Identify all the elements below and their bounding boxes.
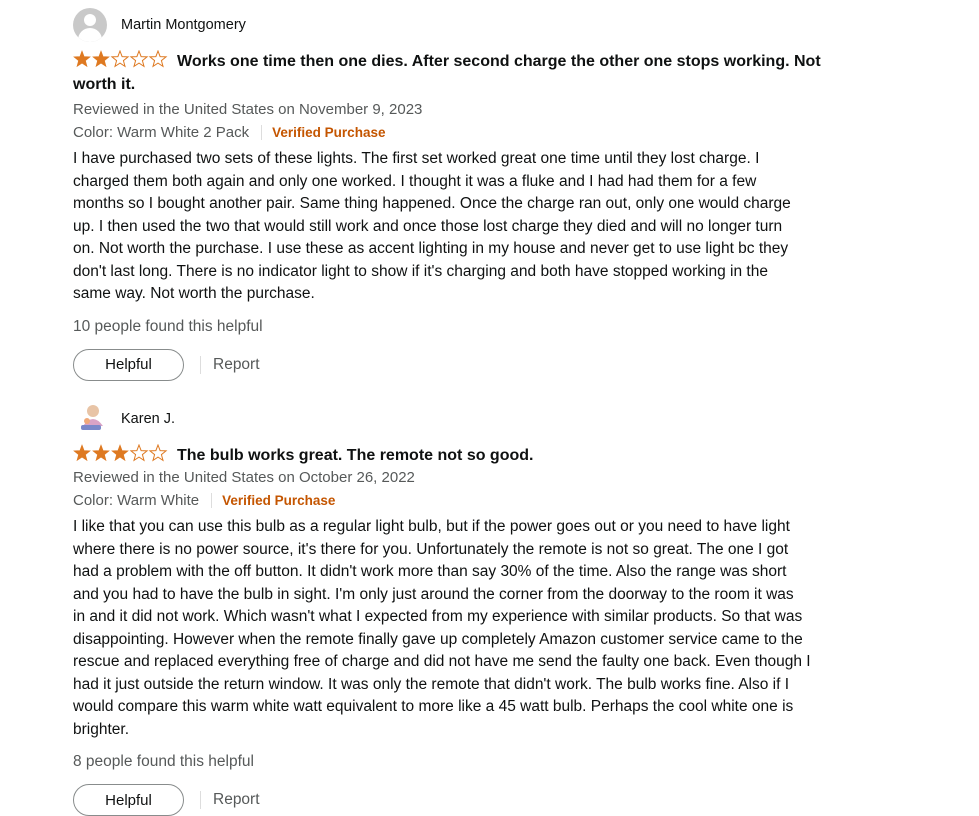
default-avatar-icon (73, 8, 107, 42)
verified-purchase-badge: Verified Purchase (222, 493, 336, 508)
report-link[interactable]: Report (200, 791, 260, 809)
variant-label[interactable]: Color: Warm White (73, 489, 199, 512)
star-empty-icon (129, 444, 149, 462)
review-title[interactable]: Works one time then one dies. After seco… (73, 50, 843, 96)
review-date: Reviewed in the United States on Novembe… (73, 101, 423, 118)
variant-label[interactable]: Color: Warm White 2 Pack (73, 121, 249, 144)
helpful-button[interactable]: Helpful (73, 348, 184, 381)
reviewer-name[interactable]: Karen J. (121, 411, 175, 427)
star-empty-icon (110, 50, 130, 68)
helpful-count: 8 people found this helpful (73, 753, 254, 770)
helpful-button[interactable]: Helpful (73, 784, 184, 816)
star-filled-icon (111, 444, 129, 462)
review: Karen J. The bulb works great. The remot… (73, 402, 843, 816)
report-link[interactable]: Report (200, 355, 260, 374)
star-filled-icon (92, 50, 110, 68)
review-variant-row: Color: Warm White 2 Pack Verified Purcha… (73, 121, 843, 144)
reviewer-name[interactable]: Martin Montgomery (121, 17, 246, 33)
custom-avatar-icon (73, 402, 107, 436)
reviewer-profile[interactable]: Karen J. (73, 402, 843, 436)
star-empty-icon (129, 50, 149, 68)
review: Martin Montgomery Works one time then on… (73, 8, 843, 381)
review-actions: Helpful Report (73, 784, 843, 816)
star-empty-icon (148, 444, 168, 462)
helpful-count: 10 people found this helpful (73, 317, 263, 335)
review-title[interactable]: The bulb works great. The remote not so … (73, 444, 843, 467)
review-variant-row: Color: Warm White Verified Purchase (73, 489, 843, 512)
divider (211, 493, 213, 508)
star-filled-icon (73, 444, 91, 462)
review-actions: Helpful Report (73, 348, 843, 381)
review-body: I have purchased two sets of these light… (73, 150, 791, 302)
star-rating-icon[interactable] (73, 444, 169, 462)
star-filled-icon (73, 50, 91, 68)
reviewer-profile[interactable]: Martin Montgomery (73, 8, 843, 42)
star-empty-icon (148, 50, 168, 68)
star-rating-icon[interactable] (73, 50, 169, 68)
review-body: I like that you can use this bulb as a r… (73, 518, 811, 738)
star-filled-icon (92, 444, 110, 462)
review-date: Reviewed in the United States on October… (73, 469, 415, 486)
divider (261, 125, 263, 140)
verified-purchase-badge: Verified Purchase (272, 125, 386, 140)
